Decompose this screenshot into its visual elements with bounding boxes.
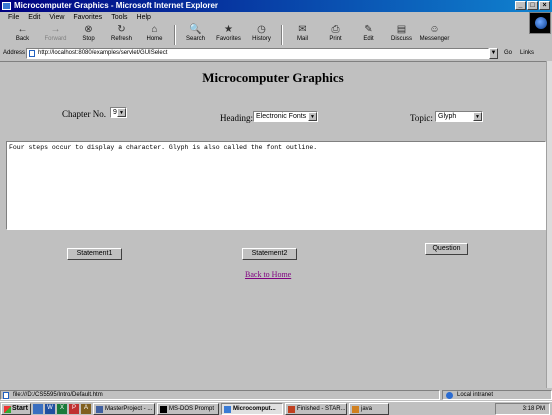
address-label: Address: [3, 50, 26, 56]
ie-icon: [224, 405, 231, 413]
windows-logo-icon: [4, 405, 11, 413]
start-button[interactable]: Start: [1, 402, 31, 415]
taskbar: Start W X P A MasterProject - ... MS-DOS…: [0, 401, 552, 415]
globe-icon: [446, 391, 453, 399]
menu-tools[interactable]: Tools: [111, 14, 127, 21]
discuss-icon: ▤: [396, 24, 407, 35]
address-dropdown-button[interactable]: ▼: [489, 47, 498, 59]
mail-icon: ✉: [298, 24, 307, 35]
history-button[interactable]: ◷ History: [245, 24, 278, 46]
page-content: Microcomputer Graphics Chapter No. 9 ▼ H…: [0, 61, 546, 388]
topic-label: Topic:: [410, 113, 433, 123]
home-icon: ⌂: [151, 24, 158, 35]
page-icon: [3, 391, 9, 399]
taskbar-item-msdos[interactable]: MS-DOS Prompt: [157, 402, 219, 415]
statement-textarea[interactable]: Four steps occur to display a character.…: [6, 141, 546, 230]
taskbar-item-finished[interactable]: Finished - STAR...: [285, 402, 347, 415]
messenger-icon: ☺: [429, 24, 440, 35]
window-icon: [288, 405, 295, 413]
menu-file[interactable]: File: [8, 14, 19, 21]
mail-button[interactable]: ✉ Mail: [286, 24, 319, 46]
refresh-icon: ↻: [117, 24, 126, 35]
search-icon: 🔍: [189, 24, 202, 35]
search-button[interactable]: 🔍 Search: [179, 24, 212, 46]
history-icon: ◷: [257, 24, 266, 35]
statement2-button[interactable]: Statement2: [242, 248, 297, 260]
links-button[interactable]: Links: [520, 50, 534, 56]
quick-launch-excel-icon[interactable]: X: [57, 403, 67, 414]
toolbar-separator: [281, 25, 283, 45]
chapter-label: Chapter No.: [62, 109, 106, 119]
question-button[interactable]: Question: [425, 243, 468, 255]
toolbar-separator: [174, 25, 176, 45]
edit-button[interactable]: ✎ Edit: [352, 24, 385, 46]
minimize-button[interactable]: _: [515, 1, 526, 10]
edit-icon: ✎: [364, 24, 373, 35]
favorites-button[interactable]: ★ Favorites: [212, 24, 245, 46]
ie-throbber-logo: [529, 12, 551, 34]
back-button[interactable]: ← Back: [6, 24, 39, 46]
page-title: Microcomputer Graphics: [202, 70, 344, 85]
java-icon: [352, 405, 359, 413]
status-text-panel: file:///D:/CS5595/Intro/Default.htm: [0, 389, 440, 400]
chevron-down-icon: ▼: [117, 108, 126, 117]
system-tray: 3:18 PM: [495, 403, 550, 415]
heading-label: Heading:: [220, 113, 253, 123]
discuss-button[interactable]: ▤ Discuss: [385, 24, 418, 46]
stop-icon: ⊗: [84, 24, 93, 35]
go-button[interactable]: Go: [504, 50, 512, 56]
zone-text: Local intranet: [457, 391, 494, 398]
menu-bar: File Edit View Favorites Tools Help: [0, 12, 552, 34]
print-button[interactable]: ⎙ Print: [319, 24, 352, 46]
taskbar-item-java[interactable]: java: [349, 402, 389, 415]
quick-launch-access-icon[interactable]: A: [81, 403, 91, 414]
menu-view[interactable]: View: [49, 14, 64, 21]
menu-help[interactable]: Help: [137, 14, 151, 21]
menu-edit[interactable]: Edit: [28, 14, 40, 21]
close-button[interactable]: ×: [539, 1, 550, 10]
messenger-button[interactable]: ☺ Messenger: [418, 24, 451, 46]
maximize-button[interactable]: □: [527, 1, 538, 10]
topic-select-value: Glyph: [438, 113, 457, 120]
statement1-button[interactable]: Statement1: [67, 248, 122, 260]
page-icon: [29, 49, 35, 57]
security-zone-panel: Local intranet: [442, 389, 552, 400]
address-bar: Address http://localhost:8080/examples/s…: [0, 47, 552, 59]
print-icon: ⎙: [331, 24, 340, 35]
quick-launch-powerpoint-icon[interactable]: P: [69, 403, 79, 414]
refresh-button[interactable]: ↻ Refresh: [105, 24, 138, 46]
window-icon: [96, 405, 103, 413]
status-bar: file:///D:/CS5595/Intro/Default.htm Loca…: [0, 389, 552, 400]
heading-select-value: Electronic Fonts: [256, 113, 307, 120]
back-to-home-link[interactable]: Back to Home: [245, 270, 291, 279]
home-button[interactable]: ⌂ Home: [138, 24, 171, 46]
status-text: file:///D:/CS5595/Intro/Default.htm: [13, 391, 103, 398]
back-arrow-icon: ←: [17, 24, 28, 35]
chapter-select[interactable]: 9 ▼: [110, 107, 127, 118]
window-titlebar: Microcomputer Graphics - Microsoft Inter…: [0, 0, 552, 12]
statement-text: Four steps occur to display a character.…: [9, 144, 318, 151]
quick-launch-word-icon[interactable]: W: [45, 403, 55, 414]
clock[interactable]: 3:18 PM: [523, 406, 545, 412]
chevron-down-icon: ▼: [308, 112, 317, 121]
address-url: http://localhost:8080/examples/servlet/G…: [38, 50, 168, 56]
taskbar-item-masterproject[interactable]: MasterProject - ...: [93, 402, 155, 415]
ie-icon: [2, 2, 11, 10]
address-input[interactable]: http://localhost:8080/examples/servlet/G…: [26, 47, 489, 59]
menu-favorites[interactable]: Favorites: [73, 14, 102, 21]
topic-select[interactable]: Glyph ▼: [435, 111, 483, 122]
quick-launch-desktop-icon[interactable]: [33, 403, 43, 414]
toolbar: ← Back → Forward ⊗ Stop ↻ Refresh ⌂ Home 🔍 Sea…: [0, 24, 530, 46]
forward-arrow-icon: →: [50, 24, 61, 35]
vertical-scrollbar[interactable]: [546, 61, 552, 388]
taskbar-item-microcomputer[interactable]: Microcomput...: [221, 402, 283, 415]
favorites-icon: ★: [224, 24, 233, 35]
chevron-down-icon: ▼: [473, 112, 482, 121]
dos-icon: [160, 405, 167, 413]
heading-select[interactable]: Electronic Fonts ▼: [253, 111, 318, 122]
window-title: Microcomputer Graphics - Microsoft Inter…: [14, 1, 219, 10]
forward-button[interactable]: → Forward: [39, 24, 72, 46]
stop-button[interactable]: ⊗ Stop: [72, 24, 105, 46]
